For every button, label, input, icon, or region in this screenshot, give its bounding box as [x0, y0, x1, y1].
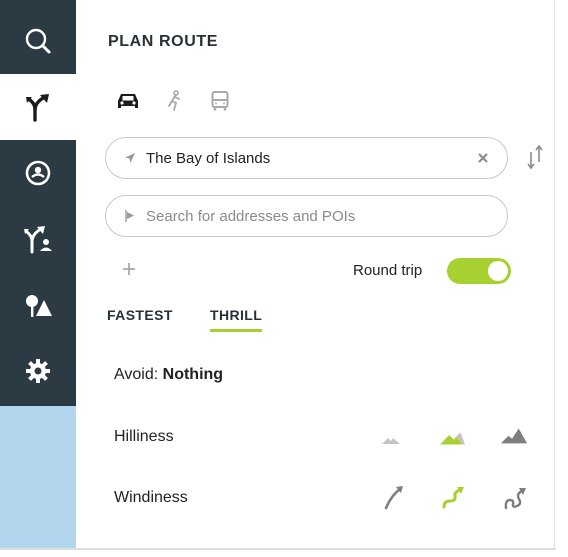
- destination-input[interactable]: [146, 205, 466, 227]
- nav-my-places-button[interactable]: [0, 140, 76, 206]
- very-curvy-road-icon: [504, 488, 526, 510]
- navigation-arrow-icon: [123, 150, 137, 166]
- plus-icon: [123, 263, 135, 275]
- clear-icon[interactable]: [475, 150, 491, 166]
- route-split-icon: [26, 94, 49, 122]
- tab-thrill[interactable]: THRILL: [210, 307, 263, 332]
- windiness-label: Windiness: [114, 489, 188, 506]
- low-hills-icon: [382, 438, 400, 444]
- avoid-label: Avoid:: [114, 366, 159, 383]
- round-trip-label: Round trip: [353, 262, 423, 279]
- mode-bus-button[interactable]: [206, 88, 234, 114]
- car-icon: [118, 94, 138, 108]
- windiness-medium-option[interactable]: [440, 484, 468, 510]
- rail-map-preview: [0, 406, 76, 548]
- hilliness-medium-option[interactable]: [438, 424, 466, 450]
- avoid-value: Nothing: [162, 366, 224, 383]
- search-icon: [25, 28, 51, 54]
- hilliness-high-option[interactable]: [500, 422, 528, 448]
- user-location-icon: [25, 160, 51, 186]
- hilliness-label: Hilliness: [114, 428, 174, 445]
- nav-explore-button[interactable]: [0, 272, 76, 338]
- page-title: PLAN ROUTE: [108, 33, 218, 50]
- route-share-icon: [24, 226, 52, 254]
- medium-hills-icon: [439, 432, 466, 445]
- tab-fastest[interactable]: FASTEST: [107, 307, 173, 329]
- tree-landscape-icon: [26, 295, 52, 317]
- bicycle-icon: [168, 90, 180, 111]
- panel-shadow: [0, 548, 556, 550]
- nav-rail: [0, 0, 76, 548]
- avoid-row[interactable]: Avoid: Nothing: [114, 366, 223, 384]
- mode-car-button[interactable]: [114, 88, 142, 114]
- mode-bicycle-button[interactable]: [160, 88, 188, 114]
- high-hills-icon: [500, 428, 528, 444]
- app-root: PLAN ROUTE The Bay of Islands Search for…: [0, 0, 568, 557]
- add-stop-button[interactable]: [121, 261, 137, 277]
- nav-search-button[interactable]: [0, 8, 76, 74]
- curvy-road-icon: [442, 487, 464, 509]
- nav-settings-button[interactable]: [0, 338, 76, 404]
- swap-arrows-icon: [527, 144, 543, 170]
- gear-icon: [26, 359, 50, 383]
- windiness-high-option[interactable]: [502, 484, 530, 510]
- hilliness-low-option[interactable]: [378, 424, 406, 450]
- flag-icon: [123, 208, 137, 224]
- swap-locations-button[interactable]: [524, 142, 546, 172]
- nav-shared-routes-button[interactable]: [0, 206, 76, 272]
- destination-field[interactable]: [105, 195, 508, 237]
- bus-icon: [211, 91, 229, 111]
- plan-route-panel: PLAN ROUTE The Bay of Islands Search for…: [76, 0, 555, 548]
- round-trip-toggle[interactable]: [447, 258, 511, 284]
- toggle-knob: [488, 261, 508, 281]
- windiness-low-option[interactable]: [380, 484, 408, 510]
- straight-road-icon: [384, 486, 403, 510]
- start-location-field[interactable]: [105, 137, 508, 179]
- nav-plan-route-button[interactable]: [0, 74, 76, 140]
- start-location-input[interactable]: [146, 147, 466, 169]
